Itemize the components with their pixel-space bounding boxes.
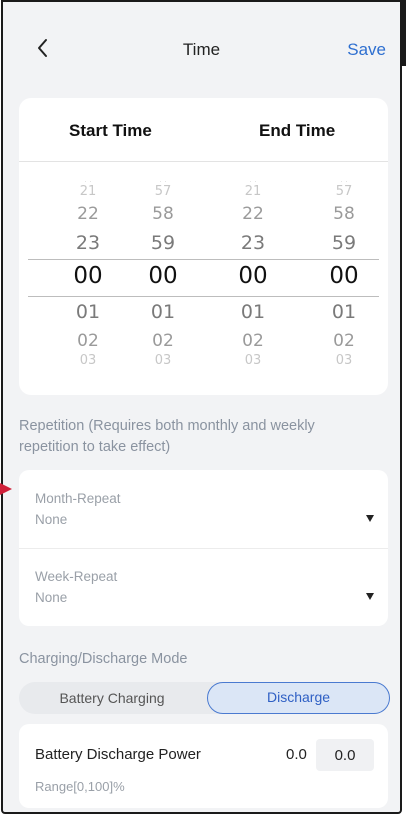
week-repeat-select[interactable]: Week-Repeat None bbox=[19, 548, 388, 626]
window-edge bbox=[402, 0, 406, 66]
wheel-item: 03 bbox=[154, 353, 172, 367]
month-repeat-select[interactable]: Month-Repeat None bbox=[19, 470, 388, 548]
selected-end-minute: 00 bbox=[329, 263, 359, 289]
wheel-item: 58 bbox=[152, 204, 174, 224]
wheel-item: 03 bbox=[335, 353, 353, 367]
top-bar: Time Save bbox=[3, 2, 400, 98]
wheel-item: 01 bbox=[150, 301, 176, 323]
repetition-label: Repetition (Requires both monthly and we… bbox=[19, 418, 315, 455]
wheel-item: 59 bbox=[150, 232, 176, 254]
wheel-item: 58 bbox=[333, 204, 355, 224]
wheel-item: 01 bbox=[240, 301, 266, 323]
wheel-item: 02 bbox=[242, 331, 264, 351]
discharge-power-input[interactable] bbox=[316, 739, 374, 771]
wheel-item: 02 bbox=[152, 331, 174, 351]
wheel-item: 23 bbox=[240, 232, 266, 254]
time-picker-card: Start Time End Time · · 21 22 23 00 01 0… bbox=[19, 98, 388, 395]
wheel-item: 57 bbox=[335, 184, 353, 199]
wheel-item: 57 bbox=[154, 184, 172, 199]
repetition-card: Month-Repeat None Week-Repeat None bbox=[19, 470, 388, 626]
wheel-item: 59 bbox=[331, 232, 357, 254]
dropdown-caret-icon bbox=[366, 593, 374, 600]
discharge-power-label: Battery Discharge Power bbox=[35, 746, 201, 763]
month-repeat-value: None bbox=[35, 512, 68, 527]
week-repeat-label: Week-Repeat bbox=[35, 569, 118, 584]
discharge-power-value: 0.0 bbox=[286, 746, 307, 763]
mode-segmented-control: Battery Charging Discharge bbox=[19, 682, 390, 714]
dropdown-caret-icon bbox=[366, 515, 374, 522]
battery-charging-option[interactable]: Battery Charging bbox=[19, 682, 205, 714]
discharge-option[interactable]: Discharge bbox=[207, 682, 390, 714]
wheel-item: 03 bbox=[244, 353, 262, 367]
save-button[interactable]: Save bbox=[347, 40, 386, 60]
end-hour-wheel[interactable]: · · 21 22 23 00 01 02 03 bbox=[207, 98, 299, 395]
discharge-power-card: Battery Discharge Power 0.0 Range[0,100]… bbox=[19, 724, 388, 808]
wheel-item: 22 bbox=[242, 204, 264, 224]
month-repeat-label: Month-Repeat bbox=[35, 491, 121, 506]
page-title: Time bbox=[182, 40, 221, 59]
selected-start-minute: 00 bbox=[148, 263, 178, 289]
wheel-item: 02 bbox=[333, 331, 355, 351]
power-range-hint: Range[0,100]% bbox=[35, 779, 125, 794]
app-screen: Time Save Start Time End Time · · 21 22 … bbox=[1, 0, 402, 814]
wheel-item: 01 bbox=[331, 301, 357, 323]
start-minute-wheel[interactable]: · · 57 58 59 00 01 02 03 bbox=[117, 98, 209, 395]
selected-end-hour: 00 bbox=[238, 263, 268, 289]
end-minute-wheel[interactable]: · · 57 58 59 00 01 02 03 bbox=[298, 98, 390, 395]
pointer-arrow-icon bbox=[0, 482, 12, 496]
mode-label: Charging/Discharge Mode bbox=[19, 651, 188, 667]
week-repeat-value: None bbox=[35, 590, 68, 605]
wheel-item: 21 bbox=[244, 184, 262, 199]
